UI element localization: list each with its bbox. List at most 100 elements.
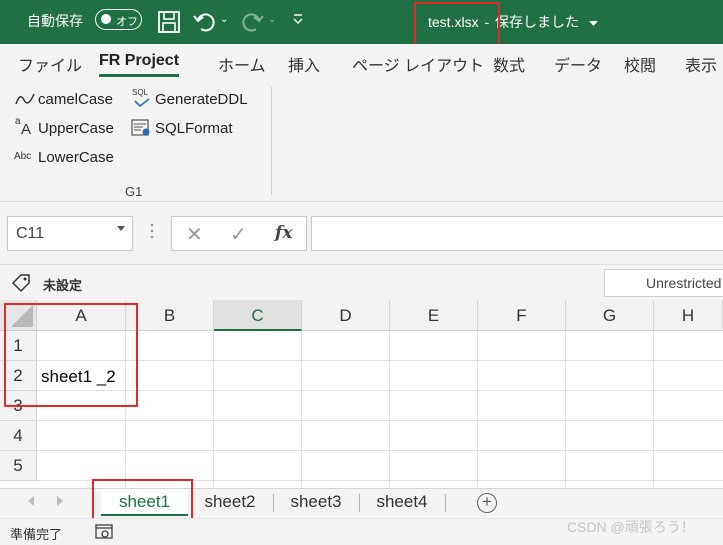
sql-check-icon — [134, 98, 150, 108]
sheet-tab-bar: sheet1 sheet2 sheet3 sheet4 + — [0, 488, 723, 518]
sensitivity-bar: 未設定 Unrestricted — [0, 264, 723, 300]
undo-dropdown-icon[interactable]: ⌄ — [220, 14, 228, 25]
save-icon[interactable] — [156, 9, 182, 35]
tab-view[interactable]: 表示 — [685, 52, 717, 76]
grid-line — [37, 390, 723, 391]
autosave-toggle[interactable]: オフ — [95, 9, 142, 30]
chevron-down-icon[interactable] — [117, 226, 125, 231]
uppercase-label: UpperCase — [38, 119, 114, 137]
toggle-knob — [101, 14, 111, 24]
customize-qat-icon[interactable] — [292, 12, 304, 26]
column-header-h[interactable]: H — [654, 300, 723, 331]
grid-line — [389, 331, 390, 488]
grid-line — [477, 331, 478, 488]
add-sheet-button[interactable]: + — [477, 493, 497, 513]
autosave-state: オフ — [116, 16, 138, 28]
grid-line — [37, 450, 723, 451]
generate-ddl-button[interactable]: SQL GenerateDDL — [131, 88, 248, 108]
sql-format-label: SQLFormat — [155, 119, 233, 137]
redo-icon[interactable] — [239, 9, 265, 35]
column-header-a[interactable]: A — [37, 300, 126, 331]
name-box-value: C11 — [16, 225, 45, 242]
column-header-b[interactable]: B — [126, 300, 214, 331]
row-header-4[interactable]: 4 — [0, 421, 37, 451]
ribbon-tabs: ファイル FR Project ホーム 挿入 ページ レイアウト 数式 データ … — [0, 44, 723, 82]
sheet-divider — [359, 494, 360, 512]
ribbon-panel: camelCase SQL GenerateDDL a A UpperCase … — [0, 82, 723, 202]
sheet-tab-2[interactable]: sheet2 — [192, 489, 268, 516]
save-status: 保存しました — [495, 14, 580, 30]
tab-formulas[interactable]: 数式 — [493, 52, 525, 76]
column-header-c[interactable]: C — [214, 300, 302, 331]
uppercase-button[interactable]: a A UpperCase — [14, 116, 114, 138]
sql-format-button[interactable]: SQLFormat — [131, 119, 233, 137]
autosave-label: 自動保存 — [27, 13, 83, 29]
camelcase-button[interactable]: camelCase — [14, 90, 113, 108]
sheet-tab-4[interactable]: sheet4 — [364, 489, 440, 516]
tab-home[interactable]: ホーム — [218, 52, 266, 76]
worksheet-grid[interactable]: A B C D E F G H 1 2 3 4 5 sheet1 _2 — [0, 300, 723, 488]
undo-icon[interactable] — [192, 9, 218, 35]
sensitivity-box[interactable]: Unrestricted — [604, 269, 723, 297]
tab-review[interactable]: 校閲 — [624, 52, 656, 76]
tab-fr-project[interactable]: FR Project — [99, 52, 180, 77]
tab-insert[interactable]: 挿入 — [288, 52, 320, 76]
accessibility-icon[interactable] — [95, 523, 113, 541]
sensitivity-label[interactable]: 未設定 — [43, 275, 82, 294]
title-separator: - — [484, 14, 490, 30]
select-all-triangle-icon — [11, 305, 33, 327]
lowercase-button[interactable]: Abc LowerCase — [14, 148, 114, 166]
sheet-divider — [445, 494, 446, 512]
sheet-tab-1[interactable]: sheet1 — [101, 489, 188, 516]
select-all-button[interactable] — [0, 300, 37, 331]
grid-line — [37, 420, 723, 421]
cell-a2[interactable]: sheet1 _2 — [41, 367, 116, 387]
sheet-tab-3[interactable]: sheet3 — [278, 489, 354, 516]
grid-line — [37, 360, 723, 361]
grid-line — [565, 331, 566, 488]
grid-line — [37, 480, 723, 481]
grid-line — [125, 331, 126, 488]
formula-buttons: ✕ ✓ fx — [171, 216, 307, 251]
camelcase-label: camelCase — [38, 90, 114, 108]
column-header-d[interactable]: D — [302, 300, 390, 331]
uppercase-icon-big: A — [21, 121, 32, 138]
uppercase-icon: a A — [14, 116, 36, 138]
column-header-f[interactable]: F — [478, 300, 566, 331]
ribbon-group-label: G1 — [125, 184, 143, 199]
redo-dropdown-icon[interactable]: ⌄ — [268, 14, 276, 25]
column-header-e[interactable]: E — [390, 300, 478, 331]
sql-icon: SQL — [131, 88, 153, 108]
camelcase-icon — [15, 93, 35, 105]
grid-line — [653, 331, 654, 488]
cancel-icon[interactable]: ✕ — [186, 222, 203, 247]
row-header-2[interactable]: 2 — [0, 361, 37, 391]
row-header-5[interactable]: 5 — [0, 451, 37, 481]
insert-function-icon[interactable]: fx — [275, 223, 292, 243]
formula-input[interactable] — [311, 216, 723, 251]
tag-icon — [11, 274, 30, 293]
sql-format-icon — [131, 119, 150, 136]
tab-page-layout[interactable]: ページ レイアウト — [352, 52, 484, 76]
scroll-right-icon[interactable] — [56, 496, 63, 506]
drag-handle-icon[interactable] — [149, 222, 155, 240]
lowercase-icon: Abc — [14, 151, 32, 162]
document-title[interactable]: test.xlsx - 保存しました — [428, 12, 598, 32]
sql-icon-text: SQL — [132, 88, 149, 97]
tab-file[interactable]: ファイル — [18, 52, 82, 76]
tab-data[interactable]: データ — [554, 52, 602, 76]
row-header-3[interactable]: 3 — [0, 391, 37, 421]
name-box[interactable]: C11 — [7, 216, 133, 251]
column-header-g[interactable]: G — [566, 300, 654, 331]
enter-icon[interactable]: ✓ — [230, 222, 247, 247]
formula-bar: C11 ✕ ✓ fx — [0, 202, 723, 264]
sheet-divider — [273, 494, 274, 512]
watermark-text: CSDN @頑張ろう！ — [567, 519, 695, 535]
status-ready: 準備完了 — [10, 527, 63, 542]
ribbon-divider — [271, 87, 272, 195]
chevron-down-icon — [588, 21, 598, 26]
uppercase-icon-small: a — [15, 116, 21, 127]
row-header-1[interactable]: 1 — [0, 331, 37, 361]
scroll-left-icon[interactable] — [28, 496, 35, 506]
grid-line — [301, 331, 302, 488]
